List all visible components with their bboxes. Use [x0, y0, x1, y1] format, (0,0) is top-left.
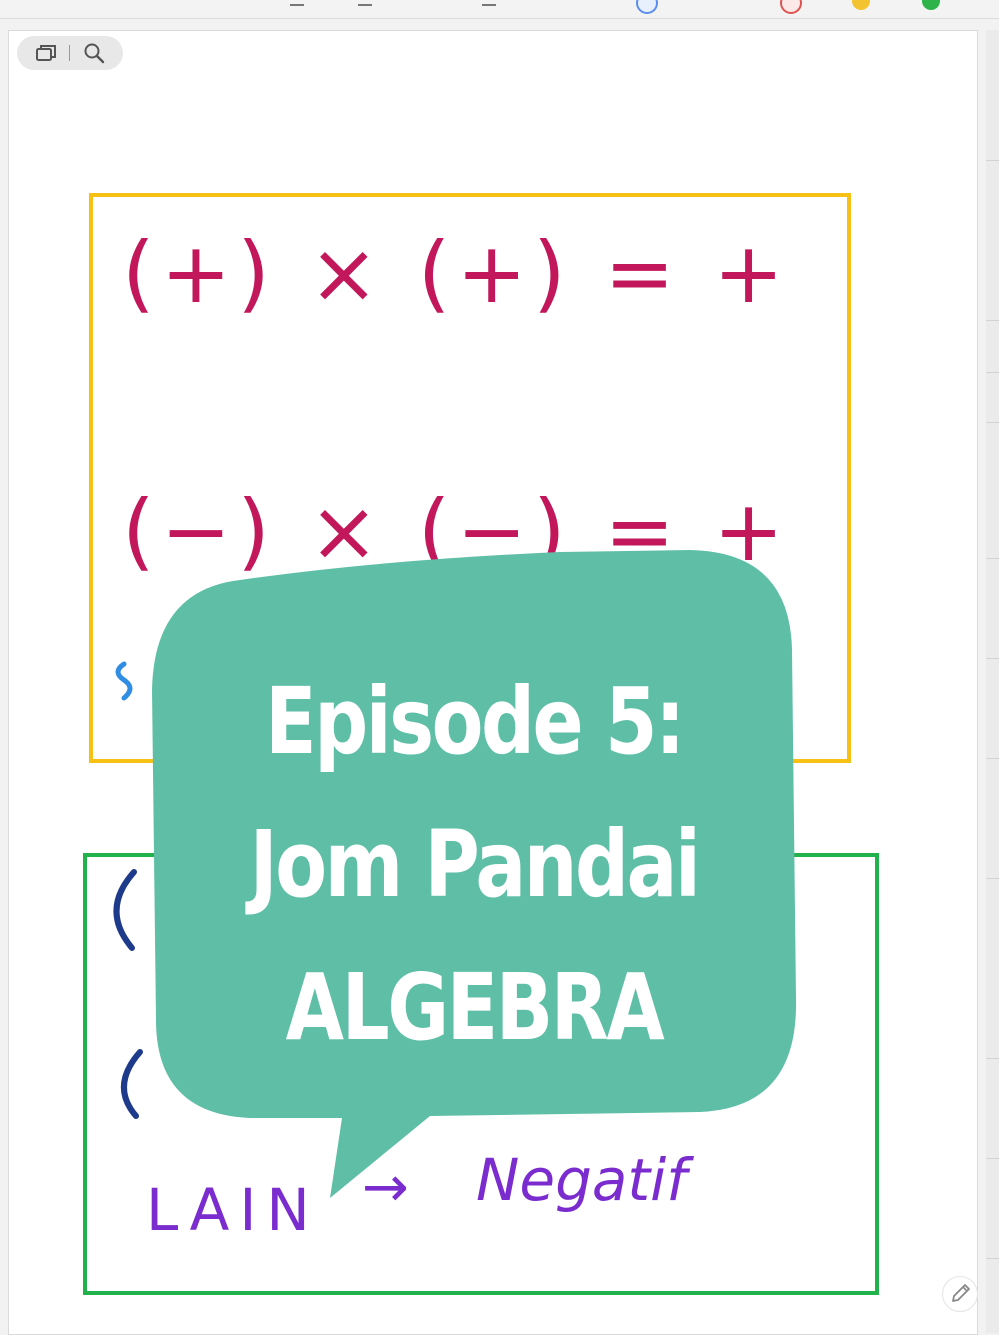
rule-arrow: →: [362, 1155, 409, 1220]
navy-paren-mark: [120, 1049, 143, 1119]
blue-ink-mark: [115, 661, 133, 701]
rule-label-lain: LAIN: [146, 1176, 320, 1244]
rule-negative-times-negative: (−) × (−) = +: [122, 482, 790, 580]
rule-positive-times-positive: (+) × (+) = +: [122, 224, 790, 322]
episode-title-line: ALGEBRA: [285, 954, 665, 1061]
edit-pencil-button[interactable]: [942, 1276, 978, 1312]
rule-result-negatif: Negatif: [476, 1146, 694, 1214]
pencil-icon: [952, 1284, 970, 1302]
episode-title: Episode 5: Jom Pandai ALGEBRA: [212, 650, 737, 1079]
navy-paren-mark: [113, 869, 137, 951]
episode-title-line: Jom Pandai: [249, 811, 701, 918]
episode-title-line: Episode 5:: [265, 668, 685, 775]
